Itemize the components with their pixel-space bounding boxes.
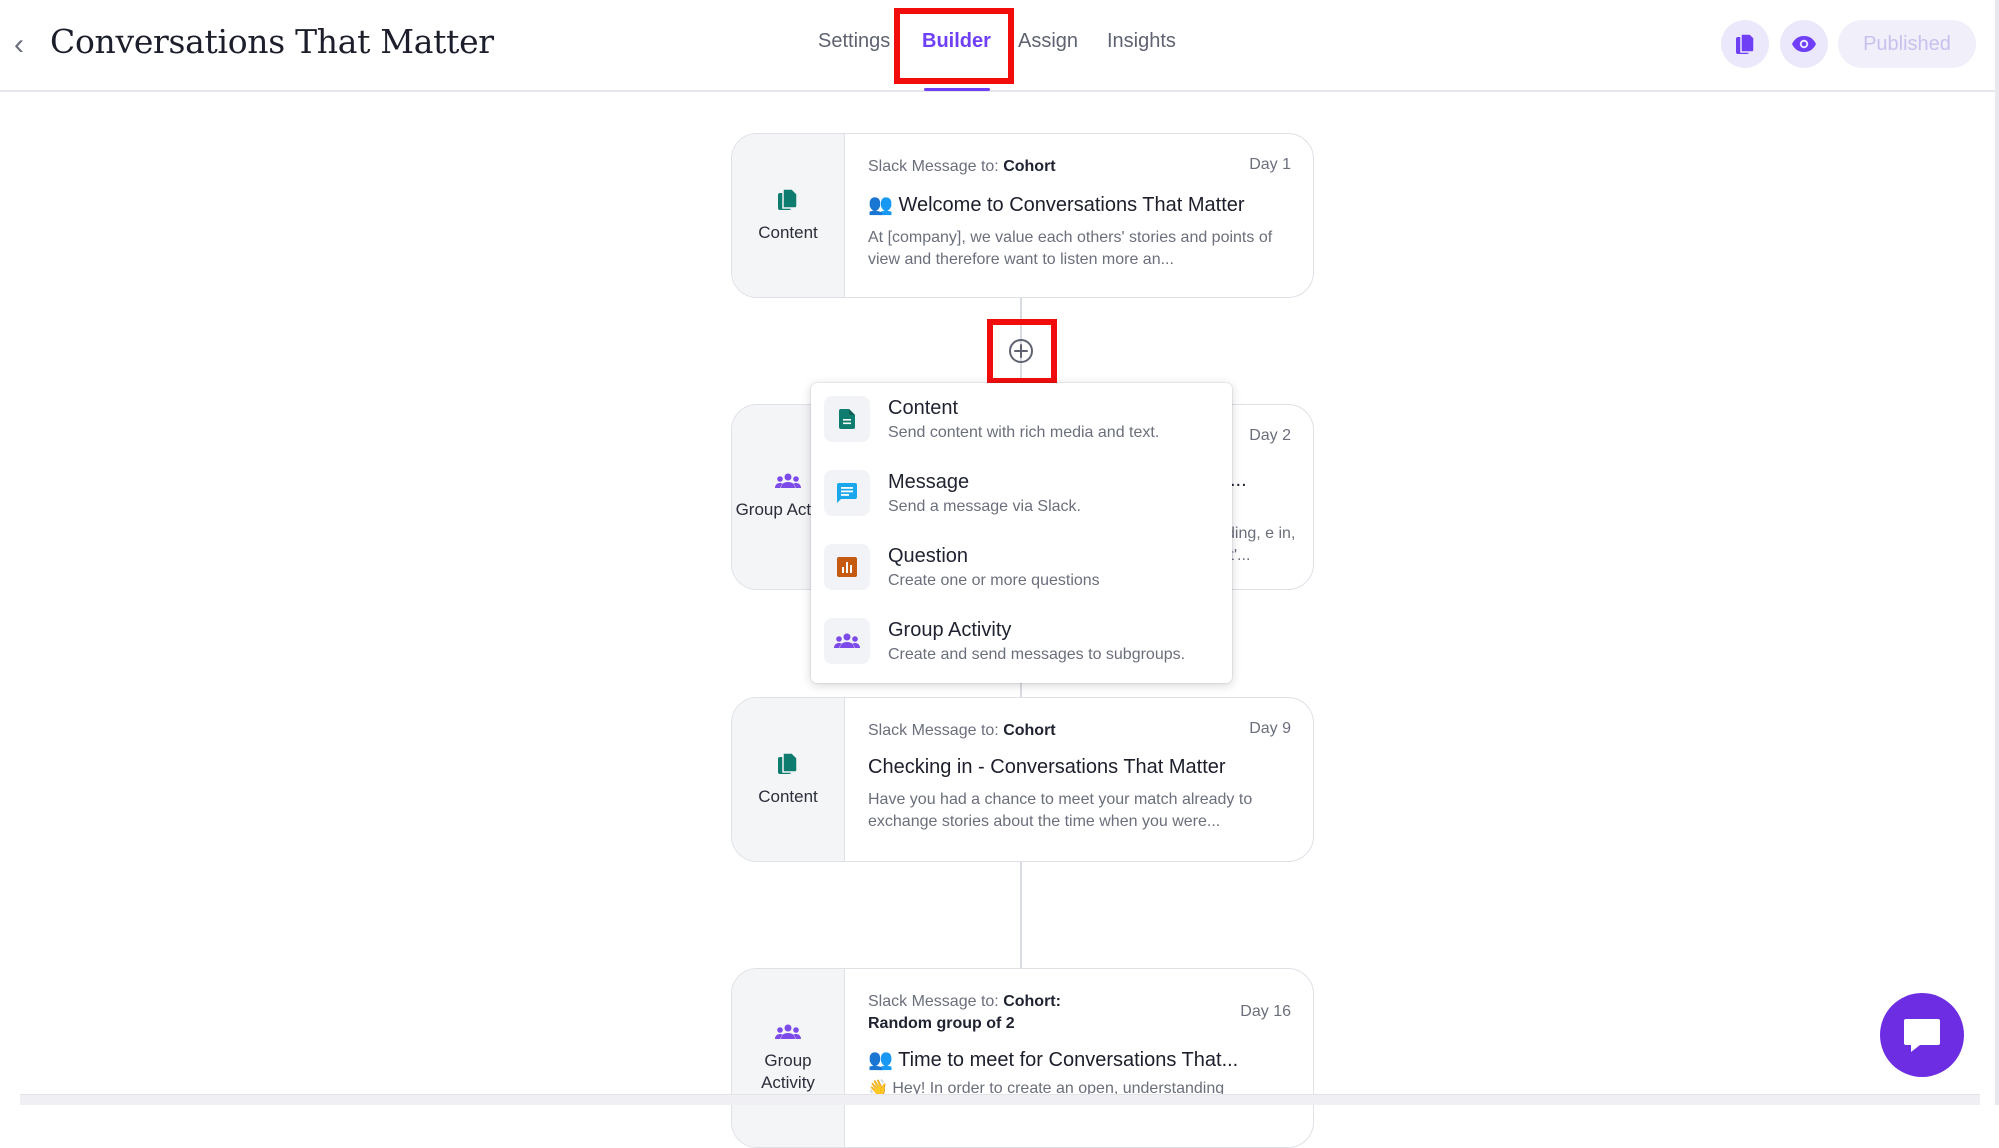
step-type-label: Content xyxy=(758,786,818,806)
bottom-taskbar-edge xyxy=(20,1094,1980,1105)
menu-item-question[interactable]: Question Create one or more questions xyxy=(811,531,1232,605)
group-icon xyxy=(775,473,801,488)
step-description: At [company], we value each others' stor… xyxy=(868,229,1273,268)
content-icon xyxy=(778,751,798,774)
step-type-panel: Content xyxy=(732,698,845,861)
recipient-line: Slack Message to: Cohort: Random group o… xyxy=(868,993,1061,1032)
menu-item-group-activity[interactable]: Group Activity Create and send messages … xyxy=(811,605,1232,679)
flow-connector xyxy=(1020,861,1022,969)
step-title: Checking in - Conversations That Matter xyxy=(868,756,1226,778)
eye-icon xyxy=(1792,36,1816,52)
menu-item-label: Question xyxy=(888,545,969,567)
chat-widget-button[interactable] xyxy=(1880,993,1964,1077)
group-icon xyxy=(775,1024,801,1039)
step-title: 👥 Welcome to Conversations That Matter xyxy=(868,194,1245,216)
menu-item-description: Send content with rich media and text. xyxy=(888,424,1160,441)
menu-item-label: Message xyxy=(888,471,970,493)
menu-icon-box xyxy=(824,544,870,590)
active-tab-indicator xyxy=(924,88,990,91)
step-title-fragment: ... xyxy=(1230,469,1247,491)
preview-button[interactable] xyxy=(1780,20,1828,68)
add-step-highlight xyxy=(987,319,1057,384)
day-label: Day 1 xyxy=(1249,156,1291,173)
chat-icon xyxy=(1904,1019,1940,1052)
day-label: Day 16 xyxy=(1240,1003,1291,1020)
step-type-label: Group Activity xyxy=(761,1051,815,1092)
step-title: 👥 Time to meet for Conversations That... xyxy=(868,1049,1239,1071)
copy-button[interactable] xyxy=(1721,20,1769,68)
builder-tab-highlight xyxy=(894,8,1014,84)
tab-assign[interactable]: Assign xyxy=(1018,30,1078,53)
menu-item-description: Create and send messages to subgroups. xyxy=(888,646,1186,663)
menu-item-message[interactable]: Message Send a message via Slack. xyxy=(811,457,1232,531)
step-card-day-16[interactable]: Group Activity Slack Message to: Cohort:… xyxy=(731,968,1314,1148)
menu-icon-box xyxy=(824,470,870,516)
menu-icon-box xyxy=(824,618,870,664)
step-type-label: Content xyxy=(758,222,818,242)
content-icon xyxy=(778,187,798,210)
scrollbar[interactable] xyxy=(1995,0,1999,1105)
page-title: Conversations That Matter xyxy=(50,22,494,61)
menu-item-label: Content xyxy=(888,397,959,419)
recipient-line: Slack Message to: Cohort xyxy=(868,722,1056,739)
tab-insights[interactable]: Insights xyxy=(1107,30,1176,53)
published-button[interactable]: Published xyxy=(1838,20,1976,68)
group-icon xyxy=(834,633,860,648)
step-description-fragment: ding, e in, it'... xyxy=(1226,525,1296,564)
step-type-panel: Content xyxy=(732,134,845,297)
back-chevron-icon[interactable]: ‹ xyxy=(14,30,38,60)
step-card-day-9[interactable]: Content Slack Message to: Cohort Day 9 C… xyxy=(731,697,1314,862)
menu-item-description: Send a message via Slack. xyxy=(888,498,1081,515)
recipient-line: Slack Message to: Cohort xyxy=(868,158,1056,175)
menu-item-label: Group Activity xyxy=(888,619,1012,641)
menu-item-content[interactable]: Content Send content with rich media and… xyxy=(811,383,1232,457)
day-label: Day 9 xyxy=(1249,720,1291,737)
menu-icon-box xyxy=(824,396,870,442)
tab-settings[interactable]: Settings xyxy=(818,30,890,53)
menu-item-description: Create one or more questions xyxy=(888,572,1100,589)
copy-icon xyxy=(1736,33,1755,54)
day-label: Day 2 xyxy=(1249,427,1291,444)
add-step-menu: Content Send content with rich media and… xyxy=(811,383,1232,683)
step-description: Have you had a chance to meet your match… xyxy=(868,791,1253,830)
step-card-day-1[interactable]: Content Slack Message to: Cohort Day 1 👥… xyxy=(731,133,1314,298)
document-icon xyxy=(839,409,855,429)
chat-bubble-icon xyxy=(837,483,857,503)
step-type-panel: Group Activity xyxy=(732,969,845,1147)
bar-chart-icon xyxy=(837,557,857,577)
